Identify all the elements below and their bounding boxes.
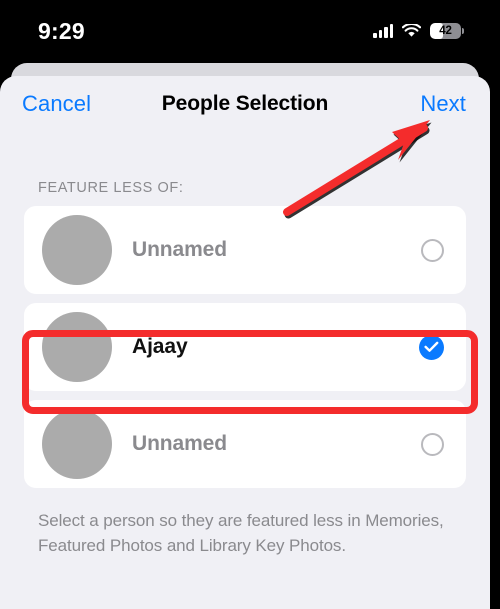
status-bar: 9:29 42 [0,0,500,62]
battery-icon: 42 [430,23,464,39]
selection-radio-checked[interactable] [419,334,444,360]
list-item-label: Unnamed [132,432,227,455]
checkmark-icon [424,341,439,352]
people-selection-sheet: Cancel People Selection Next FEATURE LES… [0,76,490,609]
status-bar-indicators: 42 [373,23,464,39]
avatar [42,312,112,382]
section-header: FEATURE LESS OF: [38,180,184,196]
avatar [42,409,112,479]
selection-radio-unchecked[interactable] [421,432,444,456]
list-item-label: Ajaay [132,335,188,358]
list-item-label: Unnamed [132,238,227,261]
next-button[interactable]: Next [420,91,466,117]
modal-nav-bar: Cancel People Selection Next [0,76,490,132]
list-item[interactable]: Unnamed [24,206,466,294]
battery-percent-label: 42 [439,25,452,37]
status-bar-time: 9:29 [38,17,85,44]
wifi-icon [402,24,421,38]
list-item[interactable]: Ajaay [24,303,466,391]
phone-screen: 9:29 42 Cancel People Selection Next FEA… [0,0,500,609]
cancel-button[interactable]: Cancel [22,91,91,117]
people-list: Unnamed Ajaay Unnamed [0,206,490,488]
selection-radio-unchecked[interactable] [421,238,444,262]
cellular-signal-icon [373,24,393,38]
avatar [42,215,112,285]
footer-description: Select a person so they are featured les… [38,511,444,555]
list-item[interactable]: Unnamed [24,400,466,488]
